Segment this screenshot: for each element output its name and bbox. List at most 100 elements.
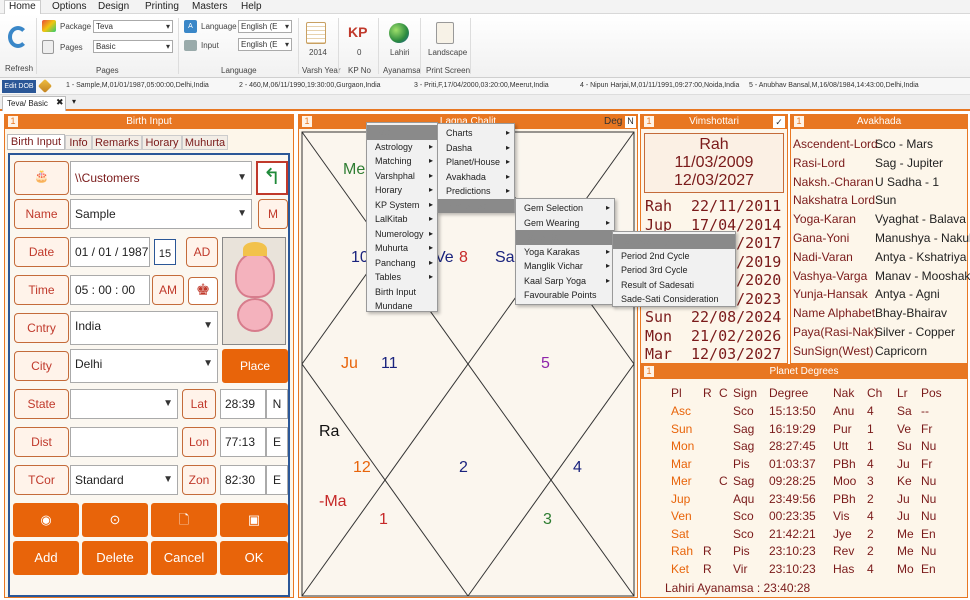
menu-design[interactable]: Design: [98, 1, 129, 12]
gender-button[interactable]: M: [258, 199, 288, 229]
package-select[interactable]: Teva: [93, 20, 173, 33]
zone-button[interactable]: Zon: [182, 465, 216, 495]
antardasha-planet[interactable]: Mon: [645, 327, 672, 345]
folder-path-select[interactable]: \\Customers: [70, 161, 252, 195]
time-input[interactable]: 05 : 00 : 00: [70, 275, 150, 305]
menu-item[interactable]: Result of Sadesati: [613, 278, 735, 293]
menu-item[interactable]: Kaal Sarp Yoga: [516, 274, 614, 289]
menu-item[interactable]: Panchang: [367, 256, 437, 271]
menu-item[interactable]: Varshphal: [367, 169, 437, 184]
menu-item[interactable]: Manglik Vichar: [516, 259, 614, 274]
birthday-icon[interactable]: 🎂: [14, 161, 69, 195]
menu-item[interactable]: Birth Input: [367, 285, 437, 300]
tab-list-chevron-icon[interactable]: ▾: [72, 97, 76, 106]
menu-item[interactable]: Numerology: [367, 227, 437, 242]
language-select[interactable]: English (E: [238, 20, 292, 33]
recent-item-2[interactable]: 2 - 460,M,06/11/1990,19:30:00,Gurgaon,In…: [239, 82, 381, 89]
menu-item[interactable]: Astrology: [367, 140, 437, 155]
tab-horary[interactable]: Horary: [142, 135, 182, 150]
menu-item[interactable]: Favourable Points: [516, 288, 614, 303]
longitude-direction[interactable]: E: [266, 427, 288, 457]
cancel-button[interactable]: Cancel: [151, 541, 217, 575]
menu-item[interactable]: Sade-Sati Consideration: [613, 292, 735, 307]
add-button[interactable]: Add: [13, 541, 79, 575]
calendar-icon[interactable]: [306, 22, 326, 44]
menu-item[interactable]: Yoga Karakas: [516, 245, 614, 260]
tab-info[interactable]: Info: [65, 135, 92, 150]
menu-masters[interactable]: Masters: [192, 1, 228, 12]
menu-item[interactable]: Sade Sati: [516, 230, 614, 245]
zone-direction[interactable]: E: [266, 465, 288, 495]
menu-item[interactable]: Matching: [367, 154, 437, 169]
globe-button-icon[interactable]: ◉: [13, 503, 79, 537]
timezone-person-icon[interactable]: ♚: [188, 277, 218, 305]
pencil-icon[interactable]: [37, 78, 53, 94]
lon-button[interactable]: Lon: [182, 427, 216, 457]
date-input[interactable]: 01 / 01 / 1987: [70, 237, 150, 267]
antardasha-planet[interactable]: Mar: [645, 345, 672, 363]
menu-help[interactable]: Help: [241, 1, 262, 12]
menu-home[interactable]: Home: [4, 0, 41, 14]
pages-select[interactable]: Basic: [93, 40, 173, 53]
input-select[interactable]: English (E: [238, 38, 292, 51]
ok-button[interactable]: OK: [220, 541, 288, 575]
tab-remarks[interactable]: Remarks: [92, 135, 142, 150]
menu-item[interactable]: Muhurta: [367, 241, 437, 256]
edit-dob-button[interactable]: Edit DOB: [2, 80, 36, 93]
target-button-icon[interactable]: ⊙: [82, 503, 148, 537]
city-select[interactable]: Delhi: [70, 349, 218, 383]
new-document-icon[interactable]: 🗋: [151, 503, 217, 537]
district-input[interactable]: [70, 427, 178, 457]
place-finder-button[interactable]: Place Finder: [222, 349, 288, 407]
refresh-icon[interactable]: [8, 26, 28, 48]
zone-input[interactable]: 82:30: [220, 465, 266, 495]
menu-item[interactable]: Charts: [438, 126, 514, 141]
menu-item[interactable]: Predictions: [438, 184, 514, 199]
menu-item[interactable]: Dasha: [438, 141, 514, 156]
menu-item[interactable]: Sadesati Cycle: [613, 234, 735, 249]
delete-button[interactable]: Delete: [82, 541, 148, 575]
tab-birth-input[interactable]: Birth Input: [7, 134, 65, 150]
lat-button[interactable]: Lat: [182, 389, 216, 419]
tcor-select[interactable]: Standard: [70, 465, 178, 495]
menu-item[interactable]: Period 2nd Cycle: [613, 249, 735, 264]
longitude-input[interactable]: 77:13: [220, 427, 266, 457]
calendar-button[interactable]: 15: [154, 239, 176, 265]
recent-item-1[interactable]: 1 - Sample,M,01/01/1987,05:00:00,Delhi,I…: [66, 82, 209, 89]
north-toggle[interactable]: N: [625, 116, 636, 128]
save-icon[interactable]: ▣: [220, 503, 288, 537]
close-tab-icon[interactable]: ✖: [56, 97, 64, 108]
tab-muhurta[interactable]: Muhurta: [182, 135, 228, 150]
menu-item[interactable]: Remedies: [438, 198, 514, 213]
antardasha-planet[interactable]: Sun: [645, 308, 672, 326]
menu-item[interactable]: Horary: [367, 183, 437, 198]
menu-item[interactable]: Period 3rd Cycle: [613, 263, 735, 278]
menu-item[interactable]: Planet/House: [438, 155, 514, 170]
name-input[interactable]: Sample: [70, 199, 252, 229]
checkbox-icon[interactable]: ✓: [773, 116, 785, 128]
kp-icon[interactable]: KP: [348, 24, 367, 40]
country-select[interactable]: India: [70, 311, 218, 345]
menu-printing[interactable]: Printing: [145, 1, 179, 12]
menu-item[interactable]: Mundane: [367, 299, 437, 314]
globe-icon[interactable]: [389, 23, 409, 43]
menu-item[interactable]: Gem Selection: [516, 201, 614, 216]
latitude-direction[interactable]: N: [266, 389, 288, 419]
recent-item-3[interactable]: 3 - Priti,F,17/04/2000,03:20:00,Meerut,I…: [414, 82, 549, 89]
menu-options[interactable]: Options: [52, 1, 86, 12]
menu-item[interactable]: Avakhada: [438, 170, 514, 185]
up-folder-icon[interactable]: ↰: [256, 161, 288, 195]
state-select[interactable]: [70, 389, 178, 419]
menu-item[interactable]: KP System: [367, 198, 437, 213]
antardasha-planet[interactable]: Rah: [645, 197, 672, 215]
menu-item[interactable]: Tables: [367, 270, 437, 285]
recent-item-4[interactable]: 4 - Nipun Harjai,M,01/11/1991,09:27:00,N…: [580, 82, 739, 89]
menu-item[interactable]: Basic: [367, 125, 437, 140]
menu-item[interactable]: Gem Wearing: [516, 216, 614, 231]
latitude-input[interactable]: 28:39: [220, 389, 266, 419]
am-button[interactable]: AM: [152, 275, 184, 305]
ad-button[interactable]: AD: [186, 237, 218, 267]
menu-item[interactable]: LalKitab: [367, 212, 437, 227]
recent-item-5[interactable]: 5 - Anubhav Bansal,M,16/08/1984,14:43:00…: [749, 82, 919, 89]
landscape-icon[interactable]: [436, 22, 454, 44]
